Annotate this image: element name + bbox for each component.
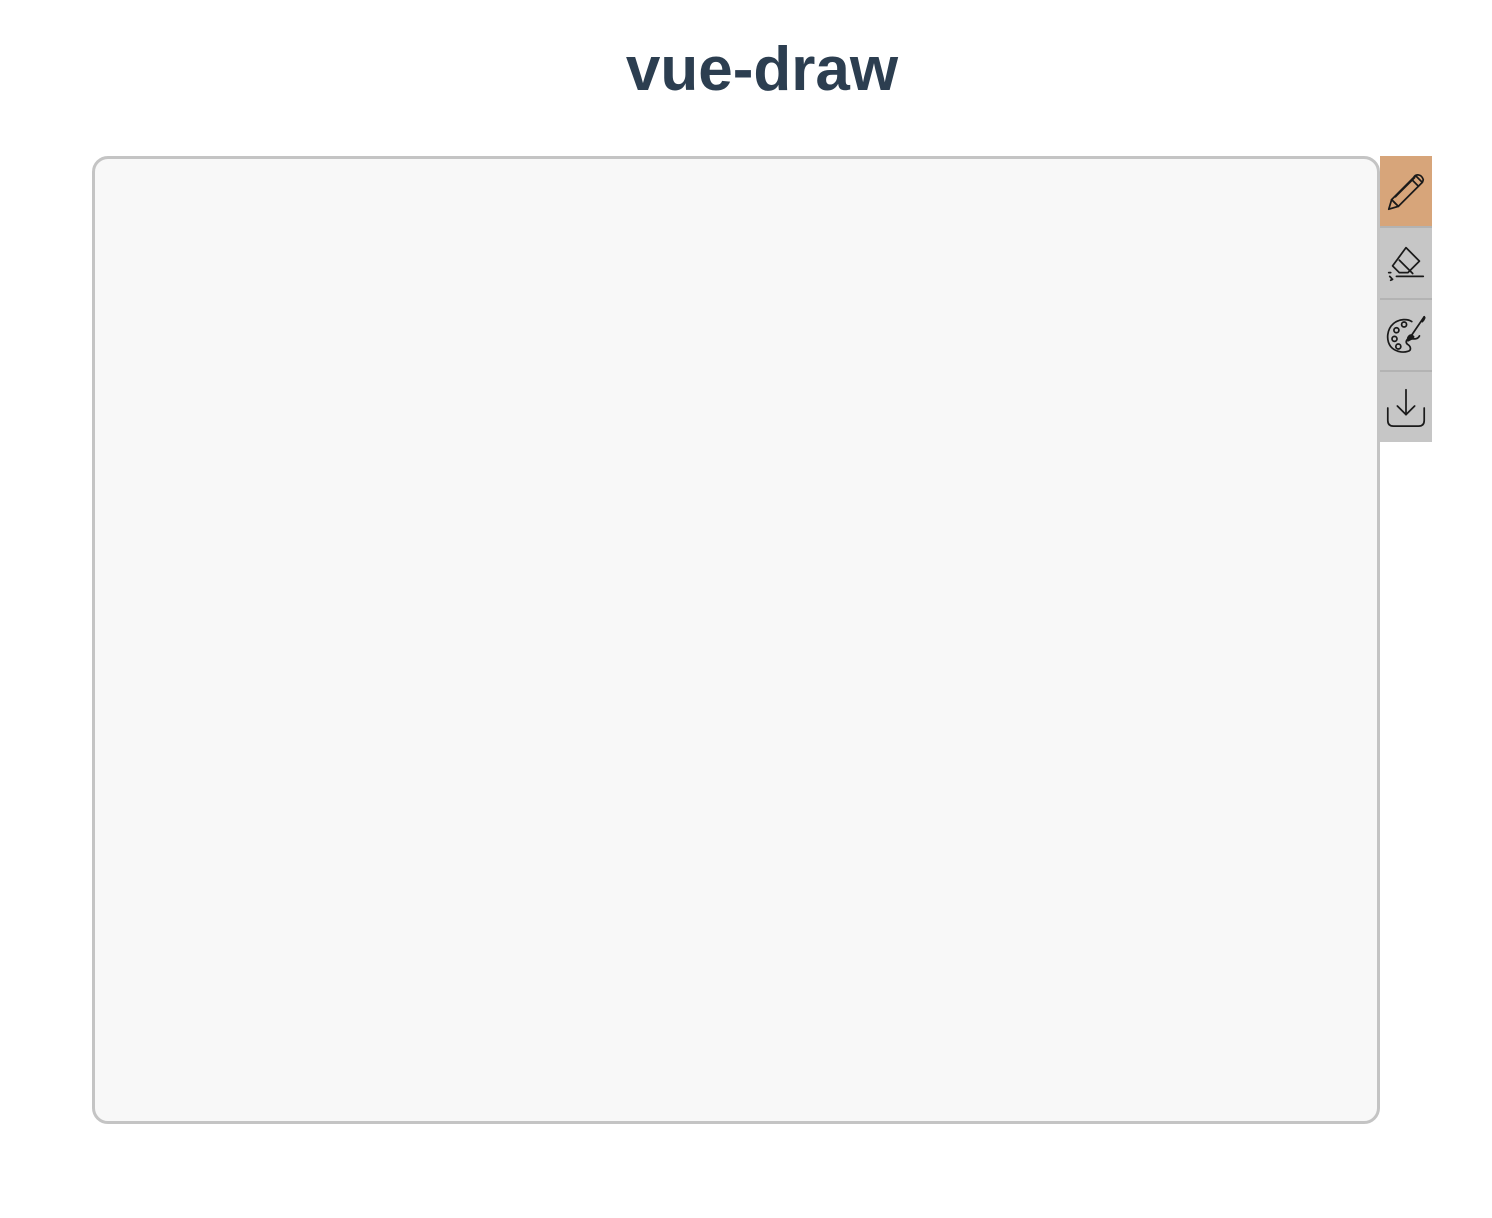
app-title: vue-draw (625, 35, 899, 104)
eraser-icon (1387, 246, 1425, 282)
palette-icon (1386, 315, 1426, 353)
pencil-icon (1387, 174, 1425, 211)
toolbar (1380, 156, 1432, 442)
palette-tool-button[interactable] (1380, 300, 1432, 370)
download-icon (1386, 388, 1426, 428)
pencil-tool-button[interactable] (1380, 156, 1432, 226)
eraser-tool-button[interactable] (1380, 228, 1432, 298)
drawing-canvas[interactable] (92, 156, 1380, 1124)
download-tool-button[interactable] (1380, 372, 1432, 442)
